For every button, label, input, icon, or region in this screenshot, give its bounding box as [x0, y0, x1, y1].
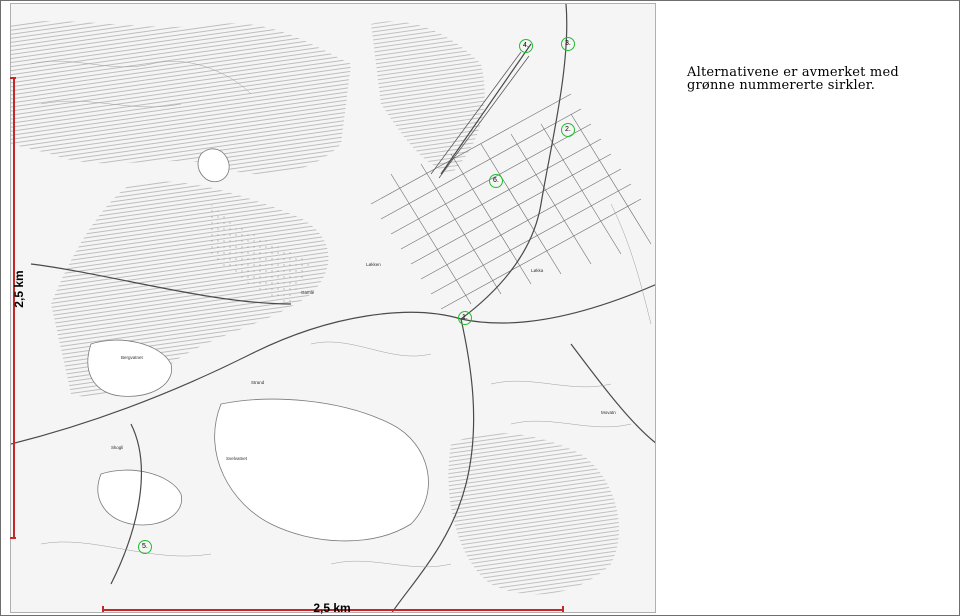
svg-text:Bergvatnet: Bergvatnet: [121, 355, 144, 360]
svg-text:Skogli: Skogli: [111, 445, 123, 450]
horizontal-scale-tick-left: [102, 606, 104, 612]
alternative-marker-5-label: 5.: [142, 543, 148, 550]
alternative-marker-6-label: 6.: [493, 177, 499, 184]
vertical-scale-tick-bottom: [10, 537, 16, 539]
vertical-scale-tick-top: [10, 77, 16, 79]
svg-text:Strand: Strand: [251, 380, 265, 385]
alternative-marker-1-label: 1.: [462, 314, 468, 321]
svg-text:Løkka: Løkka: [531, 268, 544, 273]
svg-text:Svelvatnet: Svelvatnet: [226, 456, 248, 461]
horizontal-scale-tick-right: [562, 606, 564, 612]
topographic-map[interactable]: Gamle Løkken Løkka Movatn Svelvatnet Sko…: [10, 3, 656, 613]
horizontal-scale-label: 2,5 km: [313, 601, 351, 615]
vertical-scale-label: 2,5 km: [12, 270, 26, 308]
svg-text:Gamle: Gamle: [301, 290, 315, 295]
svg-text:Løkken: Løkken: [366, 262, 381, 267]
alternative-marker-2-label: 2.: [565, 126, 571, 133]
map-drawing: Gamle Løkken Løkka Movatn Svelvatnet Sko…: [11, 4, 655, 612]
svg-text:Movatn: Movatn: [601, 410, 616, 415]
alternative-marker-4-label: 4.: [523, 42, 529, 49]
map-caption: Alternativene er avmerket med grønne num…: [687, 65, 899, 93]
alternative-marker-3-label: 3.: [565, 40, 571, 47]
